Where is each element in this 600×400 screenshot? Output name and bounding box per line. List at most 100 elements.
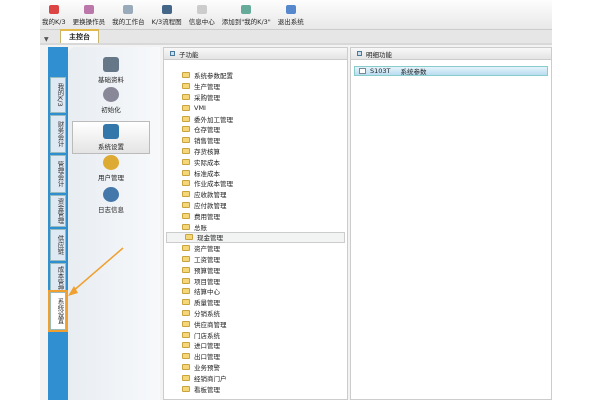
folder-icon: [182, 342, 190, 349]
sub-function-item[interactable]: 进口管理: [164, 340, 347, 351]
category-financial[interactable]: 财务会计: [50, 115, 66, 153]
sub-function-item[interactable]: 作业成本管理: [164, 178, 347, 189]
exit-button[interactable]: 退出系统: [278, 5, 304, 26]
category-management[interactable]: 管理会计: [50, 155, 66, 193]
gear-icon: [103, 87, 119, 102]
label: K/3流程图: [151, 18, 182, 26]
item-label: 总账: [194, 223, 207, 232]
item-label: 作业成本管理: [194, 180, 233, 189]
sub-function-item[interactable]: 生产管理: [164, 81, 347, 92]
folder-icon: [182, 93, 190, 100]
sub-function-item[interactable]: 预算管理: [164, 264, 347, 275]
item-label: 实际成本: [194, 158, 220, 167]
folder-icon: [182, 288, 190, 295]
my-workbench-button[interactable]: 我的工作台: [112, 5, 145, 26]
sub-function-item[interactable]: 应收款管理: [164, 189, 347, 200]
sub-function-item[interactable]: 标准成本: [164, 167, 347, 178]
switch-operator-button[interactable]: 更换操作员: [72, 5, 106, 26]
sub-function-item[interactable]: 供应商管理: [164, 318, 347, 329]
folder-icon: [182, 255, 190, 262]
sub-function-item[interactable]: 质量管理: [164, 297, 347, 308]
basic-data-icon: [103, 57, 119, 72]
folder-icon: [182, 126, 190, 133]
item-code: S103T: [370, 67, 391, 75]
sub-function-item[interactable]: 应付款管理: [164, 200, 347, 211]
item-label: 委外加工管理: [194, 115, 233, 124]
folder-icon: [182, 363, 190, 370]
sub-function-item[interactable]: 工资管理: [164, 254, 347, 265]
sub-function-item[interactable]: 仓存管理: [164, 124, 347, 135]
item-name: 系统参数: [400, 68, 427, 76]
sub-function-item[interactable]: 出口管理: [164, 351, 347, 362]
sub-function-item[interactable]: 费用管理: [164, 210, 347, 221]
user-icon: [103, 155, 119, 170]
sub-function-item[interactable]: 门店系统: [164, 329, 347, 340]
category-system-settings[interactable]: 系统设置: [48, 290, 68, 332]
sub-function-item[interactable]: 业务预警: [164, 362, 347, 373]
label: 日志信息: [98, 206, 124, 214]
item-label: 生产管理: [194, 83, 220, 92]
module-system-settings[interactable]: 系统设置: [72, 121, 150, 154]
module-basic-data[interactable]: 基础资料: [72, 57, 150, 84]
detail-item[interactable]: S103T 系统参数: [354, 66, 548, 76]
chevron-down-icon[interactable]: ▼: [44, 36, 54, 43]
sub-function-item[interactable]: 存货核算: [164, 146, 347, 157]
category-cost[interactable]: 成本管理: [50, 263, 66, 295]
label: 初始化: [101, 106, 121, 114]
sub-function-item[interactable]: 总账: [164, 221, 347, 232]
folder-icon: [182, 245, 190, 252]
sub-function-item[interactable]: 销售管理: [164, 135, 347, 146]
item-label: 业务预警: [194, 363, 220, 372]
document-icon: [359, 68, 366, 74]
sub-function-item[interactable]: 分销系统: [164, 308, 347, 319]
folder-icon: [182, 158, 190, 165]
panel-header: 子功能: [164, 48, 347, 60]
folder-icon: [182, 72, 190, 79]
item-label: 质量管理: [194, 299, 220, 308]
k3-main-window: 我的K/3 更换操作员 我的工作台 K/3流程图 信息中心 添加到"我的K/3"…: [40, 0, 552, 400]
label: 更换操作员: [72, 18, 106, 26]
collapse-icon[interactable]: [170, 51, 175, 56]
item-label: 仓存管理: [194, 126, 220, 135]
folder-icon: [182, 169, 190, 176]
tab-main-console[interactable]: 主控台: [60, 29, 99, 43]
message-center-button[interactable]: 信息中心: [189, 5, 215, 26]
label: 用户管理: [98, 174, 124, 182]
sub-function-item[interactable]: 系统参数配置: [164, 70, 347, 81]
sub-function-item[interactable]: 采购管理: [164, 92, 347, 103]
folder-icon: [182, 180, 190, 187]
sub-function-item[interactable]: 委外加工管理: [164, 113, 347, 124]
module-log-info[interactable]: 日志信息: [72, 187, 150, 214]
panel-title: 明细功能: [366, 50, 392, 59]
item-label: 门店系统: [194, 331, 220, 340]
home-icon: [48, 5, 59, 14]
item-label: 分销系统: [194, 309, 220, 318]
sub-function-item[interactable]: 项目管理: [164, 275, 347, 286]
label: 信息中心: [188, 18, 215, 26]
sub-function-item[interactable]: VMI: [164, 102, 347, 113]
collapse-icon[interactable]: [357, 51, 362, 56]
folder-icon: [182, 320, 190, 327]
sub-function-item[interactable]: 经销商门户: [164, 372, 347, 383]
module-user-management[interactable]: 用户管理: [72, 155, 150, 182]
item-label: 进口管理: [194, 342, 220, 351]
category-supply-chain[interactable]: 供应链: [50, 229, 66, 261]
sub-function-item[interactable]: 现金管理: [166, 231, 345, 243]
add-to-my-k3-button[interactable]: 添加到"我的K/3": [222, 5, 271, 26]
sub-function-item[interactable]: 看板管理: [164, 383, 347, 394]
sub-function-item[interactable]: 资产管理: [164, 243, 347, 254]
folder-icon: [182, 385, 190, 392]
folder-icon: [182, 331, 190, 338]
panel-header: 明细功能: [351, 48, 551, 60]
flowchart-button[interactable]: K/3流程图: [152, 5, 182, 26]
folder-icon: [182, 201, 190, 208]
module-initialization[interactable]: 初始化: [72, 87, 150, 114]
sub-function-item[interactable]: 实际成本: [164, 156, 347, 167]
item-label: 应付款管理: [194, 201, 227, 210]
label: 我的工作台: [112, 18, 145, 26]
sub-function-item[interactable]: 结算中心: [164, 286, 347, 297]
computer-icon: [103, 124, 119, 139]
my-k3-button[interactable]: 我的K/3: [42, 5, 66, 26]
category-my-k3[interactable]: 我的K/3: [50, 77, 66, 113]
category-funds[interactable]: 资金管理: [50, 195, 66, 227]
